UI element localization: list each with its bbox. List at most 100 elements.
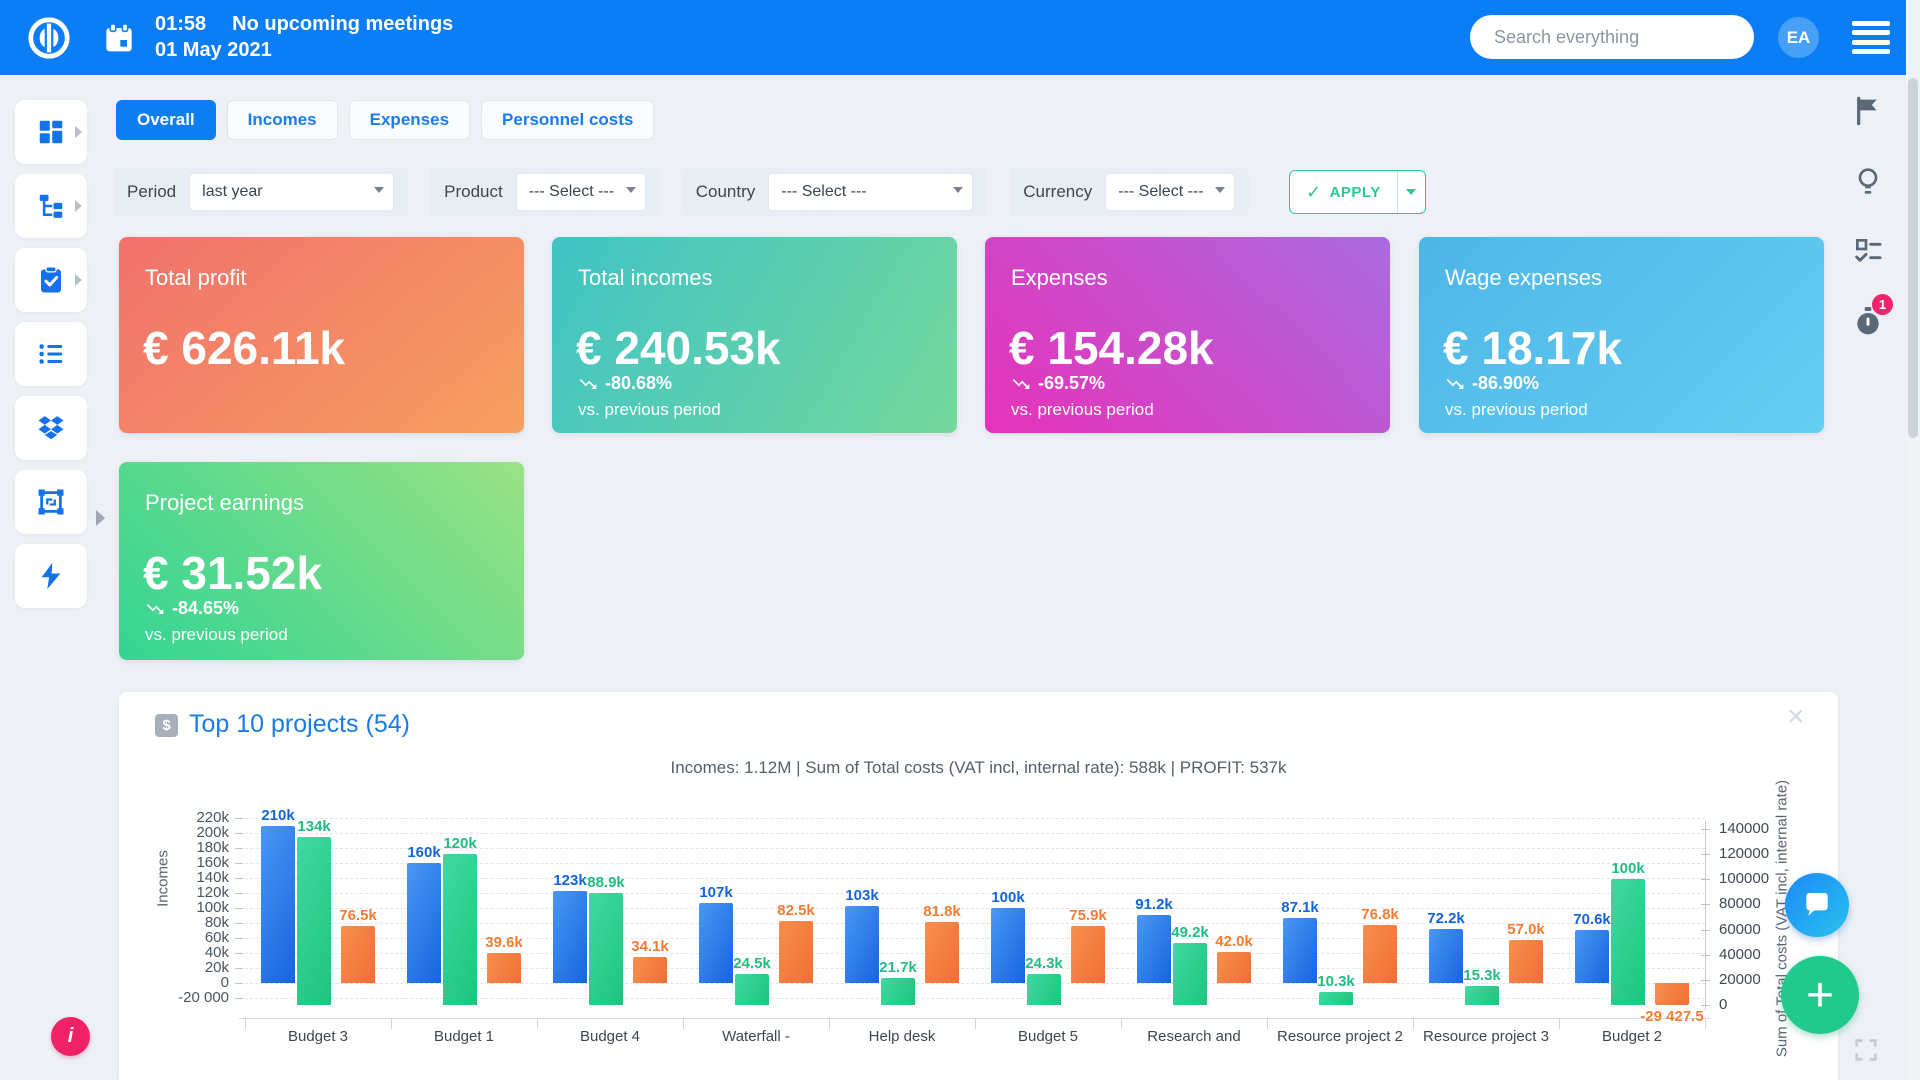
bar-profit-resource-project-2[interactable] — [1363, 925, 1397, 983]
bar-value-label: 57.0k — [1507, 921, 1545, 938]
sidebar-item-templates[interactable] — [15, 470, 87, 534]
currency-value: --- Select --- — [1118, 183, 1203, 201]
kpi-caption: vs. previous period — [1445, 400, 1588, 420]
category-label-budget-4: Budget 4 — [537, 1028, 683, 1045]
bar-value-label: 34.1k — [631, 938, 669, 955]
bar-profit-waterfall[interactable] — [779, 921, 813, 983]
avatar[interactable]: EA — [1778, 17, 1819, 58]
sidebar-item-dropbox[interactable] — [15, 396, 87, 460]
info-button[interactable]: i — [51, 1017, 90, 1056]
bar-incomes-budget-5[interactable] — [991, 908, 1025, 983]
bar-value-label: 39.6k — [485, 934, 523, 951]
bar-profit-budget-4[interactable] — [633, 957, 667, 983]
bar-profit-budget-3[interactable] — [341, 926, 375, 983]
kpi-card-total-incomes[interactable]: Total incomes € 240.53k -80.68% vs. prev… — [552, 237, 957, 433]
sidebar-item-hierarchy[interactable] — [15, 174, 87, 238]
bar-incomes-waterfall[interactable] — [699, 903, 733, 983]
tab-incomes[interactable]: Incomes — [227, 100, 338, 140]
country-select[interactable]: --- Select --- — [768, 173, 973, 211]
bar-sum-budget-5[interactable] — [1027, 974, 1061, 1005]
bar-incomes-budget-4[interactable] — [553, 891, 587, 983]
bar-sum-budget-2[interactable] — [1611, 879, 1645, 1005]
left-axis-tick — [235, 938, 243, 939]
kpi-card-total-profit[interactable]: Total profit € 626.11k — [119, 237, 524, 433]
tree-icon — [36, 191, 66, 221]
left-axis-tick — [235, 983, 243, 984]
apply-dropdown-button[interactable] — [1397, 171, 1425, 213]
right-axis-tick-label: 120000 — [1719, 845, 1799, 862]
close-icon[interactable]: × — [1787, 700, 1805, 734]
sidebar-item-automation[interactable] — [15, 544, 87, 608]
caret-down-icon — [626, 187, 636, 193]
bar-sum-budget-3[interactable] — [297, 837, 331, 1005]
grid-icon — [36, 117, 66, 147]
currency-select[interactable]: --- Select --- — [1105, 173, 1235, 211]
sidebar-item-dashboard[interactable] — [15, 100, 87, 164]
bar-profit-budget-1[interactable] — [487, 953, 521, 983]
bar-incomes-resource-project-2[interactable] — [1283, 918, 1317, 983]
lightbulb-icon[interactable] — [1852, 165, 1884, 197]
scrollbar-thumb[interactable] — [1908, 78, 1918, 438]
bar-profit-budget-2[interactable] — [1655, 983, 1689, 1005]
tab-expenses[interactable]: Expenses — [349, 100, 470, 140]
bar-value-label: 91.2k — [1135, 896, 1173, 913]
bar-incomes-budget-3[interactable] — [261, 826, 295, 984]
bar-sum-help-desk[interactable] — [881, 978, 915, 1005]
bar-value-label: 87.1k — [1281, 899, 1319, 916]
apply-button[interactable]: ✓ APPLY — [1289, 170, 1426, 214]
bar-profit-research-and[interactable] — [1217, 952, 1251, 984]
filter-currency: Currency --- Select --- — [1009, 168, 1249, 216]
tab-overall[interactable]: Overall — [116, 100, 216, 140]
category-label-waterfall: Waterfall - — [683, 1028, 829, 1045]
kpi-card-project-earnings[interactable]: Project earnings € 31.52k -84.65% vs. pr… — [119, 462, 524, 660]
chart-title[interactable]: Top 10 projects (54) — [189, 710, 410, 739]
meeting-date: 01 May 2021 — [155, 37, 453, 63]
flag-icon[interactable] — [1852, 95, 1884, 127]
add-button[interactable]: + — [1781, 956, 1859, 1034]
bar-profit-budget-5[interactable] — [1071, 926, 1105, 983]
chat-button[interactable] — [1785, 873, 1849, 937]
x-axis-tick — [1705, 1018, 1706, 1029]
bar-incomes-help-desk[interactable] — [845, 906, 879, 983]
tab-personnel-costs[interactable]: Personnel costs — [481, 100, 654, 140]
sidebar-item-tasks[interactable] — [15, 248, 87, 312]
app-logo-icon[interactable] — [26, 15, 72, 61]
kpi-card-wage-expenses[interactable]: Wage expenses € 18.17k -86.90% vs. previ… — [1419, 237, 1824, 433]
bar-incomes-budget-2[interactable] — [1575, 930, 1609, 983]
right-axis-tick — [1701, 930, 1710, 931]
bar-sum-waterfall[interactable] — [735, 974, 769, 1005]
bar-profit-resource-project-3[interactable] — [1509, 940, 1543, 983]
period-select[interactable]: last year — [189, 173, 394, 211]
bar-sum-resource-project-3[interactable] — [1465, 986, 1499, 1005]
product-value: --- Select --- — [529, 183, 614, 201]
sidebar-expander-chevron-icon[interactable] — [96, 510, 105, 526]
bar-sum-resource-project-2[interactable] — [1319, 992, 1353, 1005]
trending-down-icon — [1445, 374, 1465, 394]
trending-down-icon — [578, 374, 598, 394]
kpi-card-expenses[interactable]: Expenses € 154.28k -69.57% vs. previous … — [985, 237, 1390, 433]
bar-incomes-resource-project-3[interactable] — [1429, 929, 1463, 983]
kpi-trend: -84.65% — [145, 598, 239, 619]
hamburger-menu-icon[interactable] — [1852, 21, 1890, 54]
bar-sum-budget-1[interactable] — [443, 854, 477, 1005]
checklist-icon[interactable] — [1852, 235, 1884, 267]
right-axis-tick — [1701, 980, 1710, 981]
calendar-icon[interactable] — [103, 22, 135, 54]
product-select[interactable]: --- Select --- — [516, 173, 646, 211]
currency-label: Currency — [1023, 182, 1092, 202]
kpi-value: € 240.53k — [576, 321, 781, 375]
bar-sum-research-and[interactable] — [1173, 943, 1207, 1005]
notification-badge[interactable]: 1 — [1872, 294, 1893, 315]
meeting-info[interactable]: 01:58No upcoming meetings 01 May 2021 — [155, 11, 453, 63]
bar-incomes-budget-1[interactable] — [407, 863, 441, 983]
sidebar-item-list[interactable] — [15, 322, 87, 386]
bar-sum-budget-4[interactable] — [589, 893, 623, 1005]
search-input[interactable] — [1470, 15, 1754, 59]
kpi-title: Total incomes — [578, 265, 713, 291]
apply-main[interactable]: ✓ APPLY — [1290, 171, 1397, 213]
bar-value-label: 42.0k — [1215, 933, 1253, 950]
fullscreen-icon[interactable] — [1852, 1036, 1880, 1064]
bar-profit-help-desk[interactable] — [925, 922, 959, 983]
bar-incomes-research-and[interactable] — [1137, 915, 1171, 983]
kpi-trend-value: -80.68% — [605, 373, 672, 394]
